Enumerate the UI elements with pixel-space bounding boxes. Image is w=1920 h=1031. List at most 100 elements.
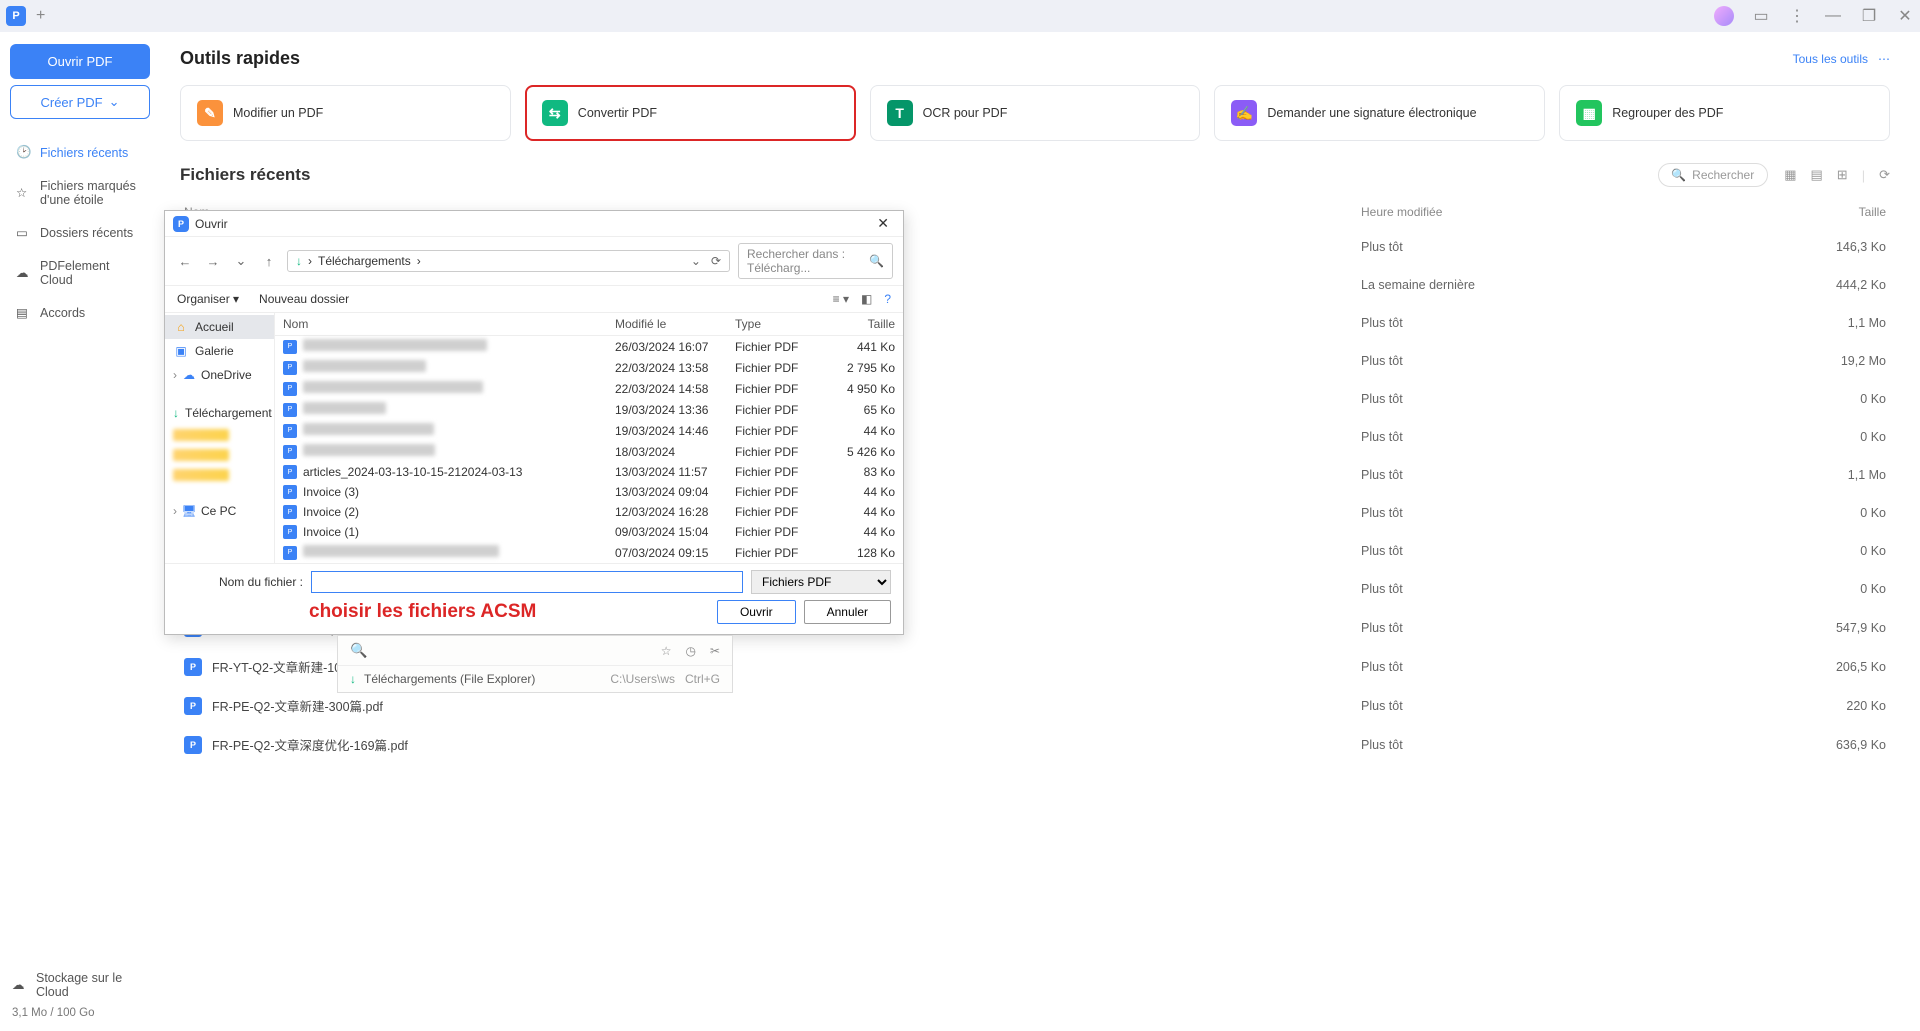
dialog-open-button[interactable]: Ouvrir xyxy=(717,600,796,624)
more-dots-icon[interactable]: ⋯ xyxy=(1878,52,1890,66)
search-icon: 🔍 xyxy=(1671,168,1686,182)
user-avatar[interactable] xyxy=(1714,6,1734,26)
refresh-address-icon[interactable]: ⟳ xyxy=(711,254,721,268)
ds-home[interactable]: ⌂Accueil xyxy=(165,315,274,339)
storage-quota: 3,1 Mo / 100 Go xyxy=(12,1007,150,1019)
view-menu-icon[interactable]: ≡ ▾ xyxy=(833,292,849,306)
filename-input[interactable] xyxy=(311,571,743,593)
recent-files-title: Fichiers récents xyxy=(180,165,310,185)
tool-sign[interactable]: ✍Demander une signature électronique xyxy=(1214,85,1545,141)
all-tools-link[interactable]: Tous les outils xyxy=(1793,52,1868,66)
menu-dots-icon[interactable]: ⋮ xyxy=(1788,7,1806,25)
filetype-select[interactable]: Fichiers PDF xyxy=(751,570,891,594)
nav-up-icon[interactable]: ↑ xyxy=(259,251,279,271)
pdf-icon: P xyxy=(283,505,297,519)
pc-icon: 🖥 xyxy=(181,503,197,519)
home-icon: ⌂ xyxy=(173,319,189,335)
search-icon: 🔍 xyxy=(869,254,884,268)
new-tab-plus[interactable]: + xyxy=(36,7,45,25)
ds-downloads[interactable]: ↓Téléchargement xyxy=(165,401,274,425)
pdf-icon: P xyxy=(283,525,297,539)
cloud-storage-label[interactable]: ☁Stockage sur le Cloud xyxy=(12,963,150,1007)
chevdown-icon[interactable]: ⌄ xyxy=(691,254,701,268)
ds-folder3[interactable] xyxy=(165,465,274,485)
tools-icon[interactable]: ✂ xyxy=(710,644,720,658)
nav-back-icon[interactable]: ← xyxy=(175,251,195,271)
convert-icon: ⇆ xyxy=(542,100,568,126)
sidebar-item-starred[interactable]: ☆Fichiers marqués d'une étoile xyxy=(10,171,150,215)
sidebar-item-recent[interactable]: 🕑Fichiers récents xyxy=(10,137,150,169)
refresh-icon[interactable]: ⟳ xyxy=(1879,167,1890,183)
close-window-icon[interactable]: ✕ xyxy=(1896,7,1914,25)
address-bar[interactable]: ↓ › Téléchargements › ⌄⟳ xyxy=(287,250,730,272)
pdf-icon: P xyxy=(283,546,297,560)
cloud-icon: ☁ xyxy=(12,977,28,993)
dialog-cancel-button[interactable]: Annuler xyxy=(804,600,891,624)
sidebar-item-folders[interactable]: ▭Dossiers récents xyxy=(10,217,150,249)
document-icon: ▤ xyxy=(16,305,32,321)
pdf-icon: P xyxy=(283,485,297,499)
tool-edit[interactable]: ✎Modifier un PDF xyxy=(180,85,511,141)
tool-ocr[interactable]: TOCR pour PDF xyxy=(870,85,1201,141)
chevron-down-icon: ⌄ xyxy=(109,94,120,110)
nav-chevdown-icon[interactable]: ⌄ xyxy=(231,251,251,271)
create-pdf-button[interactable]: Créer PDF⌄ xyxy=(10,85,150,119)
dialog-close-icon[interactable]: ✕ xyxy=(871,215,895,232)
tool-convert[interactable]: ⇆Convertir PDF xyxy=(525,85,856,141)
sidebar-item-cloud[interactable]: ☁PDFelement Cloud xyxy=(10,251,150,295)
maximize-icon[interactable]: ❐ xyxy=(1860,7,1878,25)
search-input[interactable]: 🔍Rechercher xyxy=(1658,163,1768,187)
clock-icon[interactable]: ◷ xyxy=(685,644,695,658)
preview-icon[interactable]: ◧ xyxy=(861,292,872,306)
dialog-search[interactable]: Rechercher dans : Télécharg...🔍 xyxy=(738,243,893,279)
pdf-icon: P xyxy=(184,736,202,754)
download-icon: ↓ xyxy=(350,672,356,686)
dialog-files-header: Nom Modifié le Type Taille xyxy=(275,313,903,336)
dialog-file-row[interactable]: P 18/03/2024 Fichier PDF 5 426 Ko xyxy=(275,441,903,462)
sign-icon: ✍ xyxy=(1231,100,1257,126)
dialog-file-row[interactable]: P 22/03/2024 13:58 Fichier PDF 2 795 Ko xyxy=(275,357,903,378)
folder-icon: ▭ xyxy=(16,225,32,241)
dialog-title: Ouvrir xyxy=(195,217,228,231)
view-list-icon[interactable]: ▤ xyxy=(1811,167,1823,183)
file-row[interactable]: P FR-PE-Q2-文章深度优化-169篇.pdf Plus tôt 636,… xyxy=(180,725,1890,764)
sidebar: Ouvrir PDF Créer PDF⌄ 🕑Fichiers récents … xyxy=(0,32,160,1031)
ds-folder1[interactable] xyxy=(165,425,274,445)
helper-strip: 🔍 ☆ ◷ ✂ ↓Téléchargements (File Explorer)… xyxy=(337,635,733,693)
pdf-icon: P xyxy=(184,658,202,676)
sidebar-item-agreements[interactable]: ▤Accords xyxy=(10,297,150,329)
ds-gallery[interactable]: ▣Galerie xyxy=(165,339,274,363)
dialog-file-row[interactable]: P Invoice (1) 09/03/2024 15:04 Fichier P… xyxy=(275,522,903,542)
nav-fwd-icon[interactable]: → xyxy=(203,251,223,271)
dialog-file-row[interactable]: P 22/03/2024 14:58 Fichier PDF 4 950 Ko xyxy=(275,378,903,399)
organize-menu[interactable]: Organiser ▾ xyxy=(177,292,239,306)
ds-thispc[interactable]: ›🖥Ce PC xyxy=(165,499,274,523)
ds-onedrive[interactable]: ›☁OneDrive xyxy=(165,363,274,387)
dialog-file-row[interactable]: P 26/03/2024 16:07 Fichier PDF 441 Ko xyxy=(275,336,903,357)
pdf-icon: P xyxy=(283,445,297,459)
app-icon: P xyxy=(6,6,26,26)
open-pdf-button[interactable]: Ouvrir PDF xyxy=(10,44,150,79)
dialog-file-row[interactable]: P 19/03/2024 13:36 Fichier PDF 65 Ko xyxy=(275,399,903,420)
help-icon[interactable]: ? xyxy=(884,292,891,306)
dialog-file-row[interactable]: P 07/03/2024 09:15 Fichier PDF 128 Ko xyxy=(275,542,903,563)
pdf-icon: P xyxy=(283,361,297,375)
minimize-icon[interactable]: — xyxy=(1824,7,1842,25)
download-icon: ↓ xyxy=(296,254,302,268)
notify-icon[interactable]: ▭ xyxy=(1752,7,1770,25)
download-icon: ↓ xyxy=(173,405,179,421)
view-grid-icon[interactable]: ▦ xyxy=(1784,167,1796,183)
star-icon[interactable]: ☆ xyxy=(661,644,672,658)
tool-merge[interactable]: ▦Regrouper des PDF xyxy=(1559,85,1890,141)
dialog-file-row[interactable]: P 19/03/2024 14:46 Fichier PDF 44 Ko xyxy=(275,420,903,441)
quick-tools-title: Outils rapides xyxy=(180,48,300,69)
dialog-app-icon: P xyxy=(173,216,189,232)
ds-folder2[interactable] xyxy=(165,445,274,465)
new-folder-button[interactable]: Nouveau dossier xyxy=(259,292,349,306)
annotation-text: choisir les fichiers ACSM xyxy=(177,601,536,623)
file-open-dialog: P Ouvrir ✕ ← → ⌄ ↑ ↓ › Téléchargements ›… xyxy=(164,210,904,635)
sort-icon[interactable]: ⊞ xyxy=(1837,167,1848,183)
dialog-file-row[interactable]: P Invoice (3) 13/03/2024 09:04 Fichier P… xyxy=(275,482,903,502)
dialog-file-row[interactable]: P Invoice (2) 12/03/2024 16:28 Fichier P… xyxy=(275,502,903,522)
dialog-file-row[interactable]: P articles_2024-03-13-10-15-212024-03-13… xyxy=(275,462,903,482)
